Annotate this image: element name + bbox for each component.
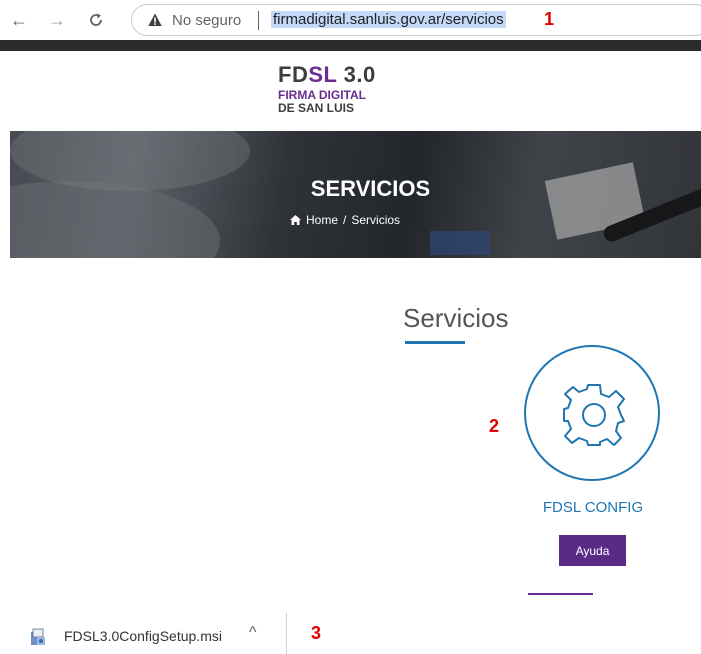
section-title: Servicios [403,303,509,333]
url-text[interactable]: firmadigital.sanluis.gov.ar/servicios [271,11,506,28]
chevron-up-icon[interactable]: ^ [249,624,257,642]
logo-subtitle-2: DE SAN LUIS [278,101,355,115]
annotation-2: 2 [489,416,500,436]
security-status[interactable]: No seguro [172,12,241,29]
download-divider [286,613,287,654]
browser-toolbar: ← → No seguro firmadigital.sanluis.gov.a… [0,0,701,40]
breadcrumb-separator: / [343,213,347,227]
address-bar[interactable]: No seguro firmadigital.sanluis.gov.ar/se… [131,4,701,36]
hero-banner: SERVICIOS Home / Servicios [10,131,701,258]
breadcrumb-home[interactable]: Home [306,213,338,227]
page-top-bar [0,40,701,51]
annotation-3: 3 [311,623,322,643]
banner-title: SERVICIOS [310,176,431,201]
fdsl-config-service-button[interactable] [524,345,660,481]
logo-title: FDSL 3.0 [278,62,376,87]
divider-line [528,593,593,595]
annotation-1: 1 [544,9,555,29]
home-icon [290,215,301,225]
divider [258,11,259,30]
breadcrumb: Home / Servicios [290,213,400,227]
back-arrow-icon[interactable]: ← [8,8,30,32]
gear-icon [563,384,625,446]
service-name[interactable]: FDSL CONFIG [531,499,655,516]
help-button[interactable]: Ayuda [559,535,626,566]
download-file-name[interactable]: FDSL3.0ConfigSetup.msi [64,628,222,644]
site-logo[interactable]: FDSL 3.0 FIRMA DIGITAL DE SAN LUIS [278,64,376,115]
title-underline [405,341,465,344]
installer-file-icon [31,628,45,645]
breadcrumb-current: Servicios [351,213,401,227]
reload-icon[interactable] [85,8,107,32]
warning-icon [148,13,162,26]
forward-arrow-icon[interactable]: → [46,8,68,32]
